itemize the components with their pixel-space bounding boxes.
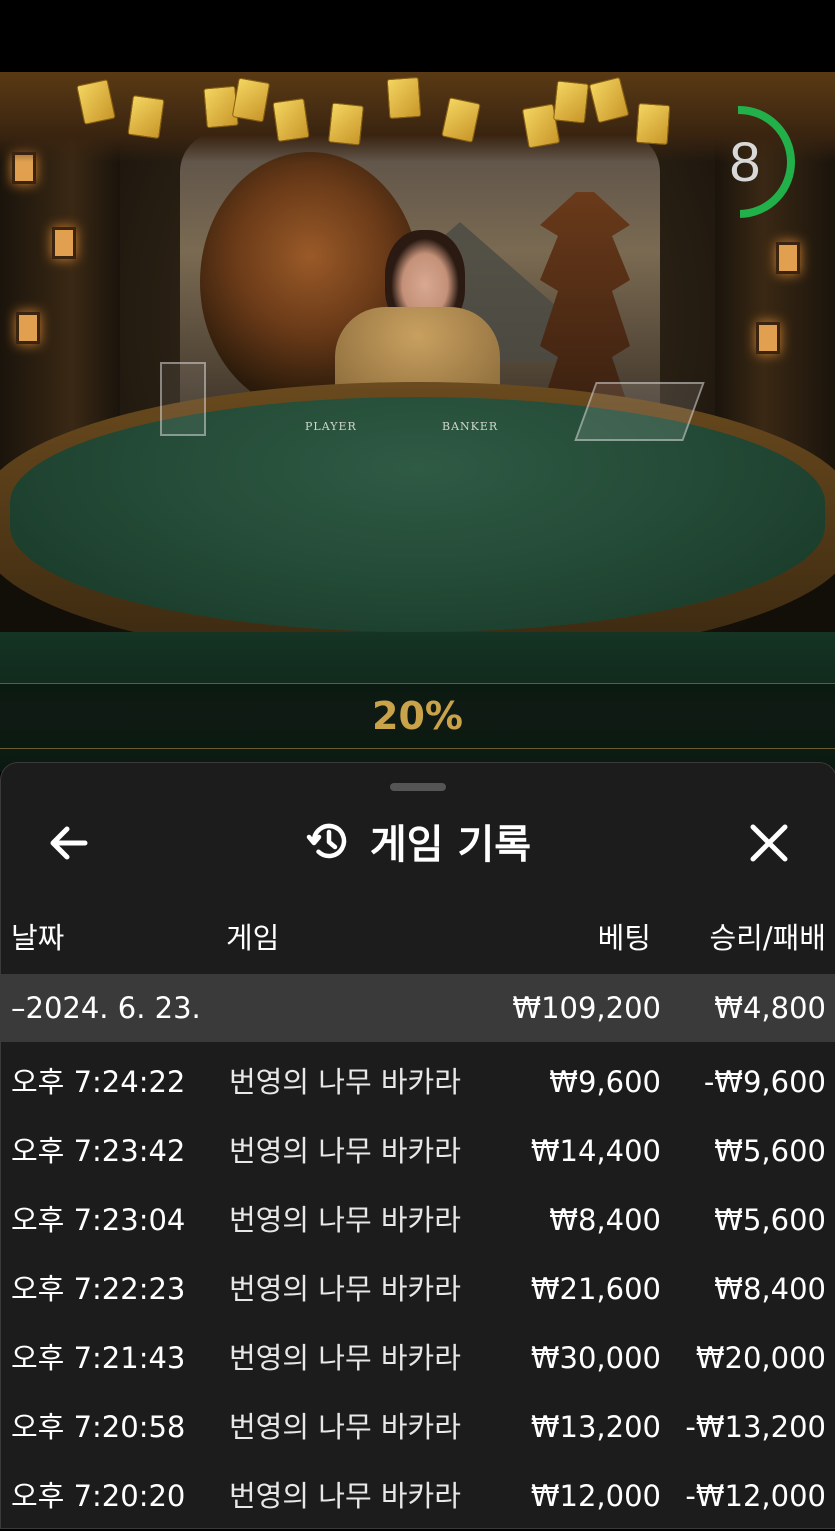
row-bet: ₩9,600: [549, 1065, 661, 1099]
sheet-header: 게임 기록: [1, 811, 835, 871]
gold-card-ornament: [327, 102, 365, 146]
row-time: 오후 7:22:23: [11, 1272, 186, 1306]
row-game: 번영의 나무 바카라: [229, 1479, 461, 1513]
banker-table-label: BANKER: [442, 420, 499, 433]
multiplier-banner: 20%: [0, 683, 835, 749]
row-game: 번영의 나무 바카라: [229, 1341, 461, 1375]
row-win-loss: ₩20,000: [695, 1341, 826, 1375]
table-row[interactable]: 오후 7:21:43 번영의 나무 바카라 ₩30,000 ₩20,000: [1, 1324, 835, 1393]
row-game: 번영의 나무 바카라: [229, 1410, 461, 1444]
row-bet: ₩14,400: [530, 1134, 661, 1168]
gold-card-ornament: [231, 77, 271, 123]
table-row[interactable]: 오후 7:22:23 번영의 나무 바카라 ₩21,600 ₩8,400: [1, 1255, 835, 1324]
gold-card-ornament: [386, 76, 422, 120]
row-win-loss: -₩9,600: [703, 1065, 826, 1099]
summary-bet: ₩109,200: [512, 991, 661, 1025]
row-bet: ₩21,600: [530, 1272, 661, 1306]
card-shoe: [574, 382, 705, 441]
row-game: 번영의 나무 바카라: [229, 1203, 461, 1237]
table-row[interactable]: 오후 7:23:04 번영의 나무 바카라 ₩8,400 ₩5,600: [1, 1186, 835, 1255]
column-header-bet: 베팅: [597, 921, 651, 955]
lantern-icon: [16, 312, 40, 344]
table-row[interactable]: 오후 7:24:22 번영의 나무 바카라 ₩9,600 -₩9,600: [1, 1048, 835, 1117]
gold-card-ornament: [272, 97, 310, 143]
history-clock-icon: [306, 823, 347, 859]
player-table-label: PLAYER: [305, 420, 357, 433]
close-button[interactable]: [741, 815, 797, 871]
game-history-sheet: 게임 기록 날짜 게임 베팅 승리/패배 –2024. 6. 23. ₩109,…: [0, 762, 835, 1529]
row-game: 번영의 나무 바카라: [229, 1065, 461, 1099]
table-row[interactable]: 오후 7:20:20 번영의 나무 바카라 ₩12,000 -₩12,000: [1, 1462, 835, 1531]
gold-card-ornament: [552, 80, 590, 124]
date-summary-row[interactable]: –2024. 6. 23. ₩109,200 ₩4,800: [1, 974, 835, 1042]
row-bet: ₩13,200: [530, 1410, 661, 1444]
timer-value: 8: [729, 130, 761, 193]
sheet-title: 게임 기록: [369, 822, 532, 868]
lantern-icon: [52, 227, 76, 259]
row-game: 번영의 나무 바카라: [229, 1134, 461, 1168]
row-win-loss: ₩8,400: [714, 1272, 826, 1306]
row-time: 오후 7:21:43: [11, 1341, 186, 1375]
row-time: 오후 7:24:22: [11, 1065, 186, 1099]
multiplier-text: 20%: [372, 694, 463, 738]
column-header-date: 날짜: [11, 921, 65, 955]
row-time: 오후 7:23:42: [11, 1134, 186, 1168]
row-time: 오후 7:23:04: [11, 1203, 186, 1237]
table-row[interactable]: 오후 7:20:58 번영의 나무 바카라 ₩13,200 -₩13,200: [1, 1393, 835, 1462]
row-bet: ₩30,000: [530, 1341, 661, 1375]
gold-card-ornament: [127, 94, 165, 140]
row-win-loss: ₩5,600: [714, 1134, 826, 1168]
summary-win-loss: ₩4,800: [714, 991, 826, 1025]
row-win-loss: ₩5,600: [714, 1203, 826, 1237]
column-header-game: 게임: [226, 921, 280, 955]
status-bar: [0, 0, 835, 72]
lantern-icon: [776, 242, 800, 274]
row-time: 오후 7:20:58: [11, 1410, 186, 1444]
discard-holder: [160, 362, 206, 436]
table-felt: [10, 397, 825, 632]
lantern-icon: [756, 322, 780, 354]
summary-date: –2024. 6. 23.: [11, 991, 201, 1025]
row-time: 오후 7:20:20: [11, 1479, 186, 1513]
column-header-win-loss: 승리/패배: [709, 921, 827, 955]
row-win-loss: -₩13,200: [685, 1410, 826, 1444]
drag-handle[interactable]: [390, 783, 446, 791]
row-game: 번영의 나무 바카라: [229, 1272, 461, 1306]
close-icon: [750, 824, 788, 862]
row-win-loss: -₩12,000: [685, 1479, 826, 1513]
countdown-timer: 8: [706, 105, 798, 218]
row-bet: ₩8,400: [549, 1203, 661, 1237]
table-row[interactable]: 오후 7:23:42 번영의 나무 바카라 ₩14,400 ₩5,600: [1, 1117, 835, 1186]
row-bet: ₩12,000: [530, 1479, 661, 1513]
gold-card-ornament: [635, 102, 671, 146]
